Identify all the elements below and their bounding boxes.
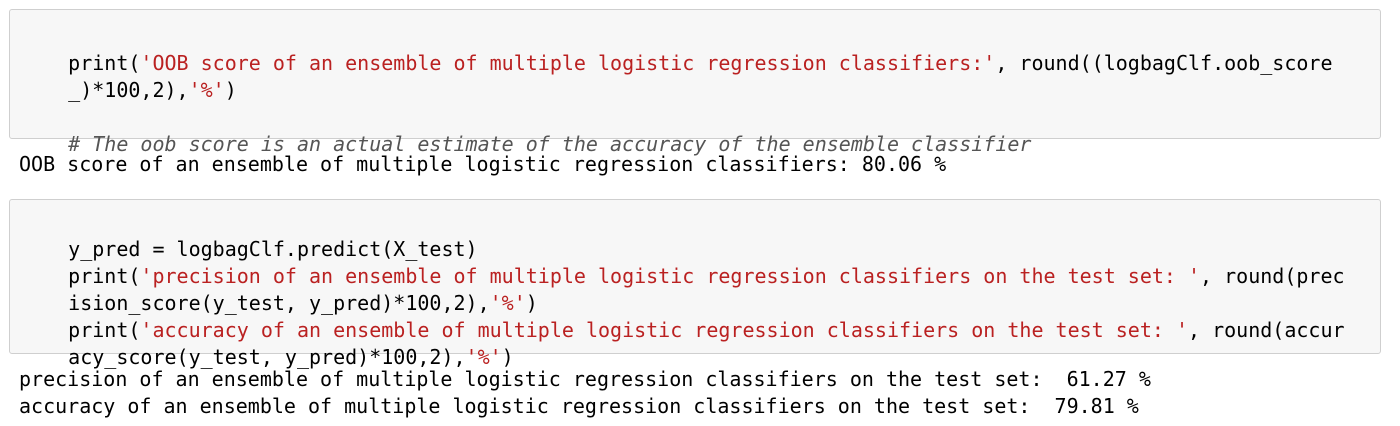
code-line: ision_score(y_test, y_pred)*100,2),'%') xyxy=(20,263,538,315)
code-cell-1-input[interactable]: print('OOB score of an ensemble of multi… xyxy=(9,9,1381,156)
code-cell-2-input[interactable]: y_pred = logbagClf.predict(X_test) print… xyxy=(9,199,1381,369)
code-token: , round(accur xyxy=(1188,318,1345,342)
code-line: # The oob score is an actual estimate of… xyxy=(20,104,1031,156)
code-line: print('precision of an ensemble of multi… xyxy=(20,236,1344,288)
code-token: ) xyxy=(224,78,237,102)
code-line: _)*100,2),'%') xyxy=(20,50,237,102)
code-token: _)*100,2), xyxy=(68,78,189,102)
code-line: print('OOB score of an ensemble of multi… xyxy=(20,23,1332,75)
code-line: y_pred = logbagClf.predict(X_test) xyxy=(20,209,477,261)
code-line: acy_score(y_test, y_pred)*100,2),'%') xyxy=(20,317,514,369)
code-line: print('accuracy of an ensemble of multip… xyxy=(20,290,1344,342)
code-token: , round(prec xyxy=(1200,264,1345,288)
cell-2-output-line: accuracy of an ensemble of multiple logi… xyxy=(19,394,1139,418)
code-string-token: 'OOB score of an ensemble of multiple lo… xyxy=(140,51,996,75)
cell-1-output-line: OOB score of an ensemble of multiple log… xyxy=(19,152,947,176)
code-string-token: '%' xyxy=(188,78,225,102)
cell-2-output-line: precision of an ensemble of multiple log… xyxy=(19,367,1151,391)
code-token: , round((logbagClf.oob_score xyxy=(995,51,1333,75)
